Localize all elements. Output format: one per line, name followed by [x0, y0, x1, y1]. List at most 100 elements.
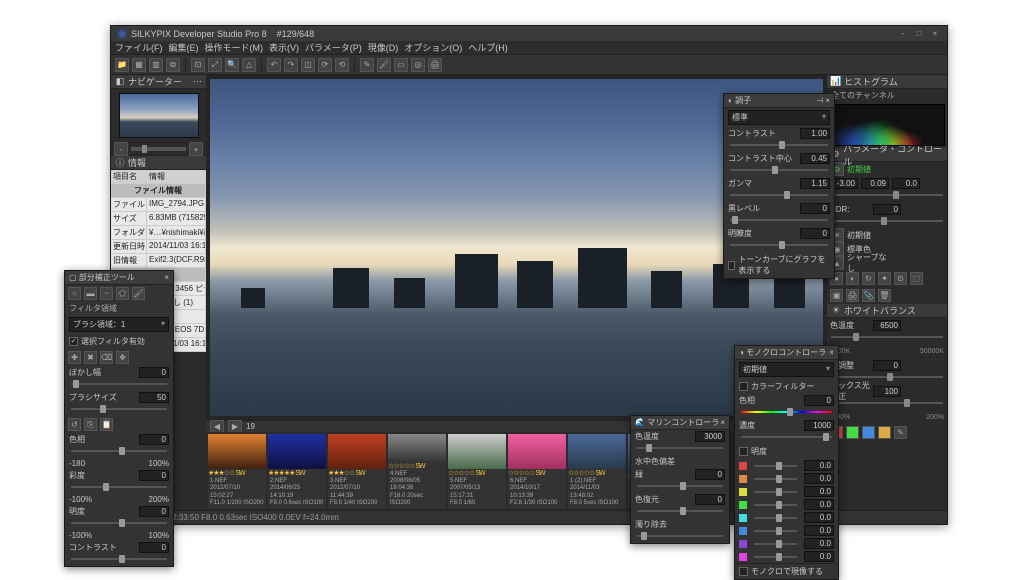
menu-develop[interactable]: 現像(D) [368, 41, 399, 54]
thumb-card[interactable]: ☆☆☆☆☆ SW4.NEF2008/06/05 18:04:38F18.0 20… [388, 434, 446, 508]
close-icon[interactable]: × [720, 418, 725, 427]
tool-combination-icon[interactable]: ⧉ [166, 58, 180, 72]
close-icon[interactable]: × [164, 273, 169, 282]
marine-haze-slider[interactable] [637, 532, 723, 540]
tool-dropper-icon[interactable]: ✎ [360, 58, 374, 72]
partial-icon[interactable]: ⬚ [910, 272, 923, 285]
lightness-checkbox[interactable] [739, 447, 748, 456]
menu-file[interactable]: ファイル(F) [115, 41, 163, 54]
trash-icon[interactable]: 🗑 [878, 289, 891, 302]
exposure-val2[interactable]: 0.09 [861, 178, 889, 189]
gamma-slider[interactable] [730, 191, 828, 199]
p-bri-slider[interactable] [71, 519, 167, 527]
paste-icon[interactable]: 📋 [100, 418, 113, 431]
minimize-button[interactable]: - [897, 29, 909, 39]
copy-icon[interactable]: ⎘ [84, 418, 97, 431]
tool-search-icon[interactable]: 🔍 [225, 58, 239, 72]
add-brush-icon[interactable]: ✚ [68, 351, 81, 364]
print2-icon[interactable]: 🖨 [846, 289, 859, 302]
p-hue-slider[interactable] [71, 447, 167, 455]
filter-enabled-checkbox[interactable] [69, 337, 78, 346]
tool-print-icon[interactable]: 🖨 [428, 58, 442, 72]
tool-process-icon[interactable]: ⟳ [318, 58, 332, 72]
p-con-slider[interactable] [71, 555, 167, 563]
menu-param[interactable]: パラメータ(P) [305, 41, 362, 54]
mono-preset[interactable]: 初期値 [739, 362, 834, 377]
close-icon[interactable]: × [825, 96, 830, 105]
contrast-center-slider[interactable] [730, 166, 828, 174]
tool-fit-icon[interactable]: ⊡ [191, 58, 205, 72]
swatch-green[interactable] [846, 426, 859, 439]
menu-option[interactable]: オプション(O) [404, 41, 462, 54]
zoom-out-icon[interactable]: - [114, 142, 128, 156]
close-icon[interactable]: × [829, 348, 834, 357]
swatch-yellow[interactable] [878, 426, 891, 439]
effect-icon[interactable]: ✦ [878, 272, 891, 285]
marine-temp-slider[interactable] [637, 444, 723, 452]
poly-tool-icon[interactable]: ⬠ [116, 287, 129, 300]
tool-crop-icon[interactable]: ◫ [301, 58, 315, 72]
reset-icon[interactable]: ↺ [68, 418, 81, 431]
mono-density-slider[interactable] [741, 433, 832, 441]
swatch-blue[interactable] [862, 426, 875, 439]
marine-green-slider[interactable] [637, 482, 723, 490]
black-slider[interactable] [730, 216, 828, 224]
channel-label[interactable]: 全てのチャンネル [827, 89, 947, 102]
tool-rect-icon[interactable]: ▭ [394, 58, 408, 72]
ct-slider[interactable] [831, 332, 943, 342]
thumb-card[interactable]: ☆☆☆☆☆ SW6.NEF2014/10/17 10:13:39F2.8 1/3… [508, 434, 566, 508]
tool-open-icon[interactable]: 📁 [115, 58, 129, 72]
clarity-slider[interactable] [730, 241, 828, 249]
spot-icon[interactable]: ⊙ [894, 272, 907, 285]
clip-icon[interactable]: 📎 [862, 289, 875, 302]
contrast-slider[interactable] [730, 141, 828, 149]
tone-preset[interactable]: 標準 [728, 110, 830, 125]
lens-icon[interactable]: ◐ [846, 272, 859, 285]
blur-slider[interactable] [71, 380, 167, 388]
brush-tool-icon[interactable]: 🖌 [132, 287, 145, 300]
thumb-card[interactable]: ★★★☆☆ SW3.NEF2012/07/10 11:44:39F8.0 1/4… [328, 434, 386, 508]
mono-develop-checkbox[interactable] [739, 567, 748, 576]
menu-help[interactable]: ヘルプ(H) [468, 41, 508, 54]
tool-rotate-left-icon[interactable]: ↶ [267, 58, 281, 72]
p-sat-slider[interactable] [71, 483, 167, 491]
color-filter-checkbox[interactable] [739, 382, 748, 391]
tool-rotate-right-icon[interactable]: ↷ [284, 58, 298, 72]
fine-slider[interactable] [831, 372, 943, 382]
tool-thumbnails-icon[interactable]: ▦ [132, 58, 146, 72]
tool-expand-icon[interactable]: ⤢ [208, 58, 222, 72]
sub-brush-icon[interactable]: ✖ [84, 351, 97, 364]
rotate-icon[interactable]: ↻ [862, 272, 875, 285]
mix-slider[interactable] [831, 398, 943, 408]
thumb-card[interactable]: ☆☆☆☆☆ SW5.NEF2007/05/13 15:17:31F8.0 1/6… [448, 434, 506, 508]
menu-edit[interactable]: 編集(E) [169, 41, 199, 54]
tool-compare-icon[interactable]: ▥ [149, 58, 163, 72]
tool-warning-icon[interactable]: △ [242, 58, 256, 72]
close-button[interactable]: × [929, 29, 941, 39]
thumb-card[interactable]: ★★★★★ SW2.NEF2014/06/25 14:10:19F8.0 0.6… [268, 434, 326, 508]
circle-tool-icon[interactable]: ○ [68, 287, 81, 300]
tool-brush-icon[interactable]: 🖌 [377, 58, 391, 72]
menu-view[interactable]: 表示(V) [269, 41, 299, 54]
tone-curve-checkbox[interactable] [728, 261, 735, 270]
grad-tool-icon[interactable]: ▬ [84, 287, 97, 300]
exposure-val3[interactable]: 0.0 [892, 178, 920, 189]
panel-menu-icon[interactable]: ⋯ [193, 76, 202, 87]
marine-restore-slider[interactable] [637, 507, 723, 515]
thumb-card[interactable]: ☆☆☆☆☆ SW1 (2).NEF2014/11/03 13:48:02F8.0… [568, 434, 626, 508]
erase-icon[interactable]: ⌫ [100, 351, 113, 364]
brush-size-slider[interactable] [71, 405, 167, 413]
move-icon[interactable]: ✥ [116, 351, 129, 364]
navigator-thumbnail[interactable] [119, 93, 199, 138]
pin-icon[interactable]: ⊣ [816, 96, 823, 105]
curve-tool-icon[interactable]: ~ [100, 287, 113, 300]
menu-mode[interactable]: 操作モード(M) [205, 41, 264, 54]
tool-spot-icon[interactable]: ◎ [411, 58, 425, 72]
brush-area-select[interactable]: ブラシ領域：1 [69, 317, 169, 332]
thumb-card[interactable]: ★★★☆☆ SW1.NEF2012/07/10 15:02:27F11.0 1/… [208, 434, 266, 508]
maximize-button[interactable]: □ [913, 29, 925, 39]
wb-dropper-icon[interactable]: ✎ [894, 426, 907, 439]
mono-hue-slider[interactable] [741, 408, 832, 416]
zoom-in-icon[interactable]: + [189, 142, 203, 156]
dev-icon[interactable]: ▣ [830, 289, 843, 302]
